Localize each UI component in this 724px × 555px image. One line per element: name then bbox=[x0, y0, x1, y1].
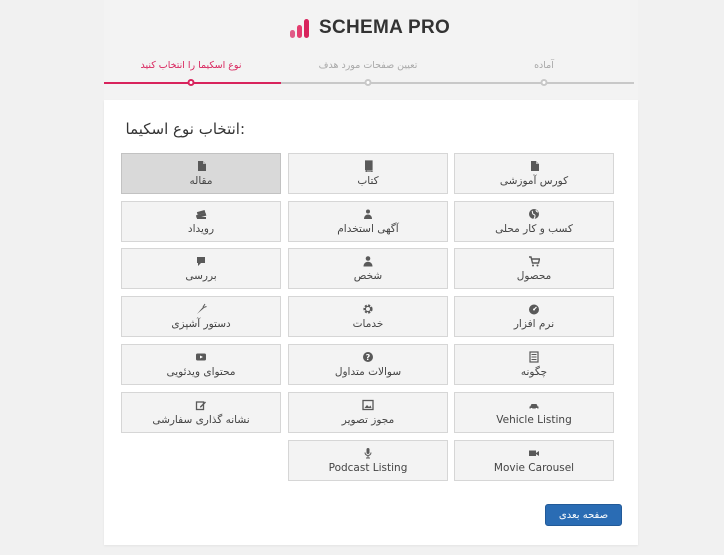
schema-tile-label: Movie Carousel bbox=[493, 461, 575, 474]
edit-icon bbox=[195, 399, 207, 411]
user-group-icon bbox=[362, 208, 374, 220]
schema-tile[interactable]: کسب و کار محلی bbox=[454, 201, 614, 242]
schema-tile-label: کسب و کار محلی bbox=[495, 222, 573, 235]
schema-tile[interactable]: Podcast Listing bbox=[288, 440, 448, 481]
logo: SCHEMA PRO bbox=[290, 16, 450, 40]
carrot-icon bbox=[195, 303, 207, 315]
schema-tile-label: خدمات bbox=[352, 317, 384, 330]
ticket-icon bbox=[195, 208, 207, 220]
schema-tile[interactable]: آگهی استخدام bbox=[288, 201, 448, 242]
schema-tile-label: دستور آشپزی bbox=[171, 317, 231, 330]
step-dot-select-schema[interactable] bbox=[187, 79, 195, 86]
panel-title: :انتخاب نوع اسکیما bbox=[125, 120, 246, 138]
schema-tile[interactable]: نشانه گذاری سفارشی bbox=[121, 392, 281, 433]
cart-icon bbox=[528, 255, 540, 267]
svg-text:?: ? bbox=[366, 353, 371, 362]
gear-icon bbox=[362, 303, 374, 315]
step-dot-ready[interactable] bbox=[540, 79, 548, 86]
video-camera-icon bbox=[528, 447, 540, 459]
schema-tile[interactable]: کورس آموزشی bbox=[454, 153, 614, 194]
schema-tile[interactable]: محتوای ویدئویی bbox=[121, 344, 281, 385]
schema-tile[interactable]: بررسی bbox=[121, 248, 281, 289]
schema-tile[interactable]: Movie Carousel bbox=[454, 440, 614, 481]
comment-icon bbox=[195, 255, 207, 267]
logo-text: SCHEMA PRO bbox=[319, 17, 451, 38]
schema-tile-label: مقاله bbox=[189, 174, 213, 187]
schema-tile-label: شخص bbox=[353, 269, 383, 282]
user-icon bbox=[362, 255, 374, 267]
logo-mark-icon bbox=[290, 18, 312, 38]
file-icon bbox=[528, 160, 540, 172]
schema-tile[interactable]: دستور آشپزی bbox=[121, 296, 281, 337]
schema-tile-label: محتوای ویدئویی bbox=[166, 365, 236, 378]
schema-tile[interactable]: محصول bbox=[454, 248, 614, 289]
schema-tile-label: مجوز تصویر bbox=[341, 413, 395, 426]
schema-tile[interactable]: شخص bbox=[288, 248, 448, 289]
step-dot-target-pages[interactable] bbox=[364, 79, 372, 86]
wizard-steps: آماده تعیین صفحات مورد هدف نوع اسکیما را… bbox=[104, 58, 634, 88]
book-icon bbox=[362, 159, 374, 172]
schema-tile-label: Podcast Listing bbox=[328, 461, 408, 474]
schema-tile-label: آگهی استخدام bbox=[337, 222, 399, 235]
schema-tile-label: بررسی bbox=[185, 269, 217, 282]
schema-tile-label: سوالات متداول bbox=[334, 365, 402, 378]
schema-tile-label: Vehicle Listing bbox=[496, 413, 572, 426]
schema-tile[interactable]: ? سوالات متداول bbox=[288, 344, 448, 385]
schema-tile[interactable]: چگونه bbox=[454, 344, 614, 385]
image-icon bbox=[362, 399, 374, 411]
schema-tile[interactable]: کتاب bbox=[288, 153, 448, 194]
schema-tile-label: محصول bbox=[516, 269, 552, 282]
schema-tile[interactable]: Vehicle Listing bbox=[454, 392, 614, 433]
step-label-select-schema[interactable]: نوع اسکیما را انتخاب کنید bbox=[141, 60, 242, 71]
dashboard-icon bbox=[528, 303, 540, 315]
schema-tile[interactable]: خدمات bbox=[288, 296, 448, 337]
globe-icon bbox=[528, 208, 540, 220]
schema-tile-label: نشانه گذاری سفارشی bbox=[152, 413, 250, 426]
next-step-button[interactable]: صفحه بعدی bbox=[545, 504, 622, 526]
schema-tile-label: کورس آموزشی bbox=[499, 174, 569, 187]
car-icon bbox=[528, 399, 540, 411]
schema-tile[interactable]: نرم افزار bbox=[454, 296, 614, 337]
question-icon: ? bbox=[362, 351, 374, 363]
schema-tile[interactable]: رویداد bbox=[121, 201, 281, 242]
list-icon bbox=[528, 350, 540, 363]
schema-tile-label: نرم افزار bbox=[513, 317, 555, 330]
microphone-icon bbox=[362, 447, 374, 459]
schema-tile[interactable]: مقاله bbox=[121, 153, 281, 194]
file-icon bbox=[195, 160, 207, 172]
schema-tile-label: کتاب bbox=[357, 174, 379, 187]
video-play-icon bbox=[195, 351, 207, 363]
step-label-ready[interactable]: آماده bbox=[534, 60, 554, 71]
schema-tile[interactable]: مجوز تصویر bbox=[288, 392, 448, 433]
schema-tile-label: چگونه bbox=[520, 365, 548, 378]
step-label-target-pages[interactable]: تعیین صفحات مورد هدف bbox=[319, 60, 418, 71]
schema-selection-panel: :انتخاب نوع اسکیما کورس آموزشی کتاب مقاله ک… bbox=[104, 100, 638, 545]
schema-tile-label: رویداد bbox=[187, 222, 215, 235]
